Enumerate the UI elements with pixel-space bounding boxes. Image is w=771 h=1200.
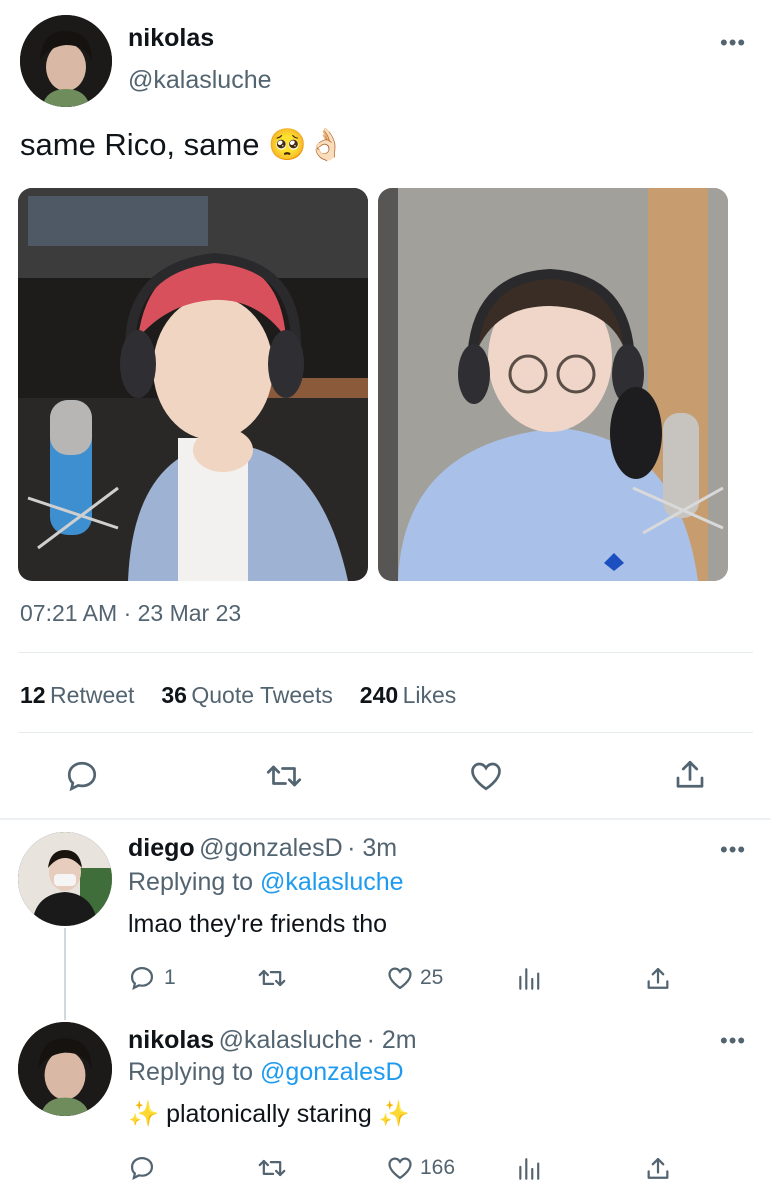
like-icon	[386, 964, 414, 992]
divider	[0, 818, 771, 820]
retweet-action[interactable]	[256, 964, 288, 992]
like-count: 25	[420, 966, 444, 989]
retweet-icon	[256, 1154, 288, 1182]
tweet-photo-right[interactable]	[378, 188, 728, 581]
tweet-timestamp[interactable]: 07:21 AM · 23 Mar 23	[20, 600, 241, 627]
reply-handle[interactable]: @gonzalesD	[199, 834, 343, 862]
reply-text: lmao they're friends tho	[128, 910, 388, 938]
more-options-icon[interactable]: •••	[720, 1030, 746, 1052]
reply-time[interactable]: · 2m	[367, 1026, 417, 1054]
reply-display-name[interactable]: diego	[128, 834, 195, 862]
quotes-stat[interactable]: 36 Quote Tweets	[161, 682, 337, 708]
share-icon[interactable]	[644, 964, 672, 994]
more-options-icon[interactable]: •••	[720, 32, 746, 54]
reply-icon[interactable]	[64, 758, 100, 794]
tweet-stats: 12 Retweet 36 Quote Tweets 240 Likes	[20, 682, 456, 709]
reply-avatar[interactable]	[18, 1022, 112, 1116]
photo-left-image	[18, 188, 368, 581]
reply-header: diego @gonzalesD · 3m	[128, 834, 397, 863]
reply-count: 1	[164, 966, 176, 989]
analytics-icon[interactable]	[516, 1156, 542, 1182]
divider	[18, 652, 753, 653]
replying-to-link[interactable]: @kalasluche	[260, 868, 404, 896]
reply-header: nikolas @kalasluche · 2m	[128, 1026, 417, 1055]
quotes-label: Quote Tweets	[191, 682, 333, 708]
divider	[18, 732, 753, 733]
like-icon	[386, 1154, 414, 1182]
likes-label: Likes	[402, 682, 457, 708]
avatar-photo	[20, 15, 112, 107]
reply-action[interactable]: 1	[128, 964, 176, 992]
retweet-icon	[256, 964, 288, 992]
photo-right-image	[378, 188, 728, 581]
replying-to-line: Replying to @kalasluche	[128, 868, 404, 897]
retweets-stat[interactable]: 12 Retweet	[20, 682, 139, 708]
avatar-photo	[18, 1022, 112, 1116]
retweet-icon[interactable]	[264, 758, 304, 794]
thread-line	[64, 928, 66, 1020]
reply-text: ✨ platonically staring ✨	[128, 1100, 410, 1128]
retweets-count: 12	[20, 682, 46, 708]
share-icon[interactable]	[672, 756, 708, 794]
reply-icon	[128, 1154, 156, 1182]
like-icon[interactable]	[468, 758, 504, 794]
replying-to-line: Replying to @gonzalesD	[128, 1058, 404, 1087]
tweet-text: same Rico, same	[20, 127, 260, 162]
like-action[interactable]: 25	[386, 964, 443, 992]
reply-action[interactable]	[128, 1154, 164, 1182]
replying-to-prefix: Replying to	[128, 868, 254, 896]
share-icon[interactable]	[644, 1154, 672, 1184]
author-handle[interactable]: @kalasluche	[128, 66, 272, 95]
reply-handle[interactable]: @kalasluche	[219, 1026, 363, 1054]
like-action[interactable]: 166	[386, 1154, 455, 1182]
replying-to-prefix: Replying to	[128, 1058, 254, 1086]
tweet-text-row: same Rico, same 🥺👌🏻	[20, 126, 345, 163]
retweet-action[interactable]	[256, 1154, 288, 1182]
retweets-label: Retweet	[50, 682, 135, 708]
reply-display-name[interactable]: nikolas	[128, 1026, 214, 1054]
replying-to-link[interactable]: @gonzalesD	[260, 1058, 404, 1086]
tweet-emoji: 🥺👌🏻	[268, 127, 346, 162]
like-count: 166	[420, 1156, 456, 1179]
author-avatar[interactable]	[20, 15, 112, 107]
analytics-icon[interactable]	[516, 966, 542, 992]
avatar-photo	[18, 832, 112, 926]
reply-avatar[interactable]	[18, 832, 112, 926]
reply-time[interactable]: · 3m	[347, 834, 397, 862]
quotes-count: 36	[161, 682, 187, 708]
likes-stat[interactable]: 240 Likes	[360, 682, 457, 708]
likes-count: 240	[359, 682, 399, 708]
more-options-icon[interactable]: •••	[720, 839, 746, 861]
author-display-name[interactable]: nikolas	[128, 24, 214, 53]
reply-icon	[128, 964, 156, 992]
tweet-photo-left[interactable]	[18, 188, 368, 581]
